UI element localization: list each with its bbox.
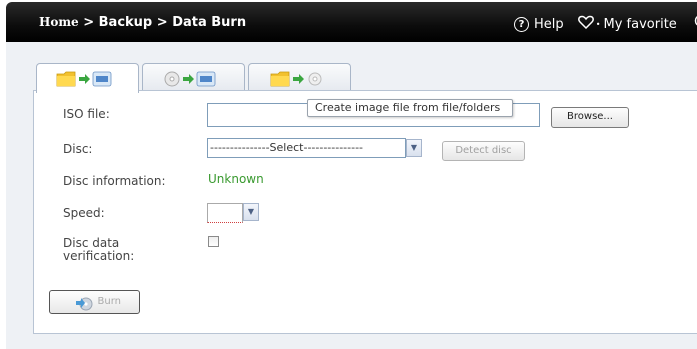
speed-select-chevron-down-icon[interactable]: ▼	[243, 203, 259, 221]
breadcrumb-separator: >	[152, 15, 173, 30]
breadcrumb-home[interactable]: Home	[39, 15, 79, 29]
verify-label-line2: verification:	[63, 249, 135, 263]
tab-icons	[270, 71, 322, 87]
favorite-link[interactable]: My favorite	[604, 17, 677, 32]
arrow-right-icon	[79, 74, 90, 84]
verify-label: Disc data verification:	[63, 237, 134, 263]
tab-icons	[164, 71, 216, 87]
disc-label: Disc:	[63, 142, 93, 156]
top-links: ? Help • My favorite	[514, 15, 677, 33]
disc-info-value: Unknown	[208, 172, 264, 186]
arrow-right-icon	[293, 74, 304, 84]
tab-tooltip: Create image file from file/folders	[307, 99, 513, 117]
tab-disc-to-image[interactable]	[142, 63, 245, 92]
breadcrumb-current: Data Burn	[172, 15, 247, 30]
detect-disc-button[interactable]: Detect disc	[442, 141, 525, 161]
burn-icon	[76, 297, 93, 311]
breadcrumb: Home > Backup > Data Burn	[39, 15, 246, 30]
tab-icons	[56, 71, 112, 87]
iso-file-label: ISO file:	[63, 107, 110, 121]
tab-data-to-image[interactable]	[36, 63, 139, 93]
burn-label: Burn	[97, 296, 121, 307]
browse-button[interactable]: Browse...	[551, 107, 629, 128]
disc-select-chevron-down-icon[interactable]: ▼	[406, 139, 422, 157]
title-bar: Home > Backup > Data Burn ? Help • My favo…	[6, 2, 697, 42]
disc-select[interactable]: ---------------Select---------------	[207, 138, 406, 158]
folder-icon	[270, 71, 290, 87]
burn-button[interactable]: Burn	[49, 290, 140, 314]
help-link[interactable]: Help	[534, 17, 564, 32]
favorite-dropdown-dot: •	[595, 19, 601, 29]
iso-disc-icon	[92, 71, 112, 87]
heart-icon[interactable]	[577, 15, 594, 33]
disc-icon	[164, 71, 180, 87]
speed-label: Speed:	[63, 206, 105, 220]
verify-checkbox[interactable]	[208, 236, 219, 247]
tab-data-to-disc[interactable]	[248, 63, 351, 92]
breadcrumb-separator: >	[78, 15, 99, 30]
folder-icon	[56, 71, 76, 87]
help-icon[interactable]: ?	[514, 16, 529, 32]
disc-info-label: Disc information:	[63, 174, 166, 188]
speed-select[interactable]	[207, 203, 243, 223]
arrow-right-icon	[183, 74, 194, 84]
iso-disc-icon	[196, 71, 216, 87]
breadcrumb-backup[interactable]: Backup	[99, 15, 153, 30]
disc-icon	[308, 72, 322, 86]
